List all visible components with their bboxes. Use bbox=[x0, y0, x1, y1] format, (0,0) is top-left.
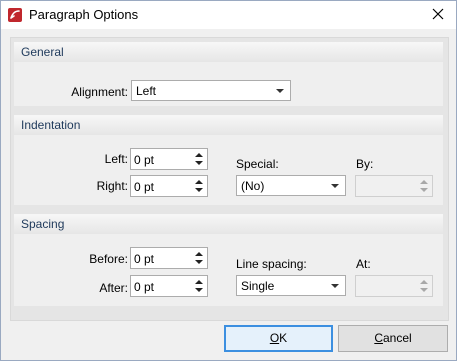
cancel-accelerator: C bbox=[374, 331, 383, 345]
by-label: By: bbox=[356, 157, 374, 171]
before-label: Before: bbox=[89, 252, 128, 266]
stepper-arrows[interactable] bbox=[191, 248, 207, 268]
general-group: General Alignment: Left bbox=[14, 42, 443, 106]
stepper-arrows[interactable] bbox=[191, 276, 207, 296]
right-indent-value: 0 pt bbox=[134, 180, 155, 194]
pdf-editor-icon bbox=[7, 7, 23, 23]
right-indent-label: Right: bbox=[96, 179, 128, 193]
left-indent-label: Left: bbox=[104, 152, 128, 166]
close-icon bbox=[432, 8, 444, 20]
left-indent-value: 0 pt bbox=[134, 153, 155, 167]
alignment-label: Alignment: bbox=[71, 85, 128, 99]
arrow-up-icon bbox=[420, 280, 428, 284]
indentation-header: Indentation bbox=[14, 115, 443, 135]
special-value: (No) bbox=[241, 179, 265, 193]
options-panel: General Alignment: Left Indentation Left… bbox=[10, 37, 449, 321]
stepper-arrows bbox=[416, 176, 432, 196]
arrow-down-icon bbox=[420, 288, 428, 292]
line-spacing-label: Line spacing: bbox=[236, 257, 307, 271]
spacing-title: Spacing bbox=[21, 217, 65, 231]
special-select[interactable]: (No) bbox=[236, 175, 346, 196]
before-stepper[interactable]: 0 pt bbox=[130, 247, 208, 269]
spacing-header: Spacing bbox=[14, 214, 443, 234]
special-label: Special: bbox=[236, 157, 279, 171]
title-bar[interactable]: Paragraph Options bbox=[1, 1, 456, 29]
indentation-title: Indentation bbox=[21, 118, 81, 132]
chevron-down-icon bbox=[331, 184, 339, 188]
chevron-down-icon bbox=[276, 89, 284, 93]
ok-button[interactable]: OK bbox=[224, 325, 333, 352]
spacing-group: Spacing Before: 0 pt After: 0 pt Line sp… bbox=[14, 214, 443, 306]
stepper-arrows bbox=[416, 276, 432, 296]
arrow-down-icon bbox=[195, 188, 203, 192]
stepper-arrows[interactable] bbox=[191, 149, 207, 169]
ok-label-rest: K bbox=[279, 331, 288, 345]
line-spacing-select[interactable]: Single bbox=[236, 275, 346, 296]
ok-accelerator: O bbox=[269, 331, 280, 345]
line-spacing-value: Single bbox=[241, 279, 275, 293]
close-button[interactable] bbox=[426, 3, 450, 25]
at-stepper[interactable] bbox=[355, 275, 433, 297]
after-value: 0 pt bbox=[134, 280, 155, 294]
arrow-up-icon bbox=[420, 180, 428, 184]
stepper-arrows[interactable] bbox=[191, 176, 207, 196]
cancel-label-rest: ancel bbox=[382, 331, 412, 345]
cancel-button[interactable]: Cancel bbox=[338, 325, 448, 352]
alignment-select[interactable]: Left bbox=[131, 80, 291, 101]
arrow-down-icon bbox=[195, 161, 203, 165]
arrow-up-icon bbox=[195, 153, 203, 157]
before-value: 0 pt bbox=[134, 252, 155, 266]
arrow-down-icon bbox=[195, 260, 203, 264]
by-stepper[interactable] bbox=[355, 175, 433, 197]
arrow-up-icon bbox=[195, 252, 203, 256]
paragraph-options-dialog: Paragraph Options General Alignment: Lef… bbox=[0, 0, 457, 361]
at-label: At: bbox=[356, 257, 371, 271]
arrow-up-icon bbox=[195, 180, 203, 184]
general-title: General bbox=[21, 45, 64, 59]
arrow-up-icon bbox=[195, 280, 203, 284]
chevron-down-icon bbox=[331, 284, 339, 288]
left-indent-stepper[interactable]: 0 pt bbox=[130, 148, 208, 170]
window-title: Paragraph Options bbox=[29, 7, 139, 22]
alignment-value: Left bbox=[136, 84, 157, 98]
indentation-group: Indentation Left: 0 pt Right: 0 pt Speci… bbox=[14, 115, 443, 205]
right-indent-stepper[interactable]: 0 pt bbox=[130, 175, 208, 197]
after-stepper[interactable]: 0 pt bbox=[130, 275, 208, 297]
arrow-down-icon bbox=[420, 188, 428, 192]
after-label: After: bbox=[99, 281, 128, 295]
general-header: General bbox=[14, 42, 443, 62]
arrow-down-icon bbox=[195, 288, 203, 292]
